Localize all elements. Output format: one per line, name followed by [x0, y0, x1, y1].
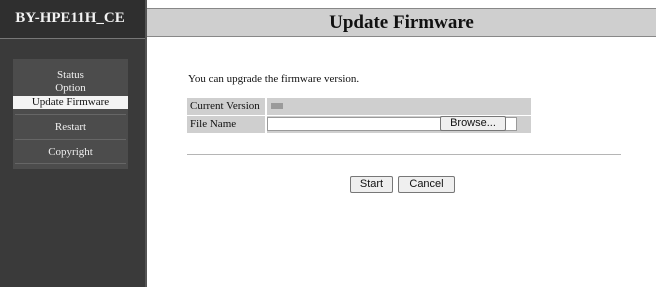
brand-title: BY-HPE11H_CE — [15, 10, 125, 26]
sidebar: BY-HPE11H_CE Status Option Update Firmwa… — [0, 0, 145, 287]
sidebar-item-restart[interactable]: Restart — [13, 121, 128, 134]
browse-button[interactable]: Browse... — [440, 116, 506, 131]
current-version-label: Current Version — [190, 100, 260, 112]
sidebar-menu: Status Option Update Firmware Restart Co… — [13, 59, 128, 169]
current-version-value — [271, 103, 283, 109]
start-button[interactable]: Start — [350, 176, 393, 193]
cell-divider — [265, 98, 267, 115]
page-header: Update Firmware — [147, 8, 656, 37]
current-version-row: Current Version — [187, 98, 531, 115]
sidebar-header: BY-HPE11H_CE — [0, 0, 145, 39]
file-name-row: File Name Browse... — [187, 116, 531, 133]
page-title: Update Firmware — [329, 12, 474, 33]
file-name-label: File Name — [190, 118, 237, 130]
sidebar-divider — [145, 0, 147, 287]
menu-divider — [15, 139, 126, 140]
menu-divider — [15, 163, 126, 164]
horizontal-divider — [187, 154, 621, 155]
cancel-button[interactable]: Cancel — [398, 176, 455, 193]
sidebar-item-option[interactable]: Option — [13, 82, 128, 95]
sidebar-item-status[interactable]: Status — [13, 69, 128, 82]
intro-text: You can upgrade the firmware version. — [188, 73, 360, 85]
menu-divider — [15, 114, 126, 115]
sidebar-item-update-firmware[interactable]: Update Firmware — [13, 96, 128, 109]
sidebar-item-copyright[interactable]: Copyright — [13, 146, 128, 159]
